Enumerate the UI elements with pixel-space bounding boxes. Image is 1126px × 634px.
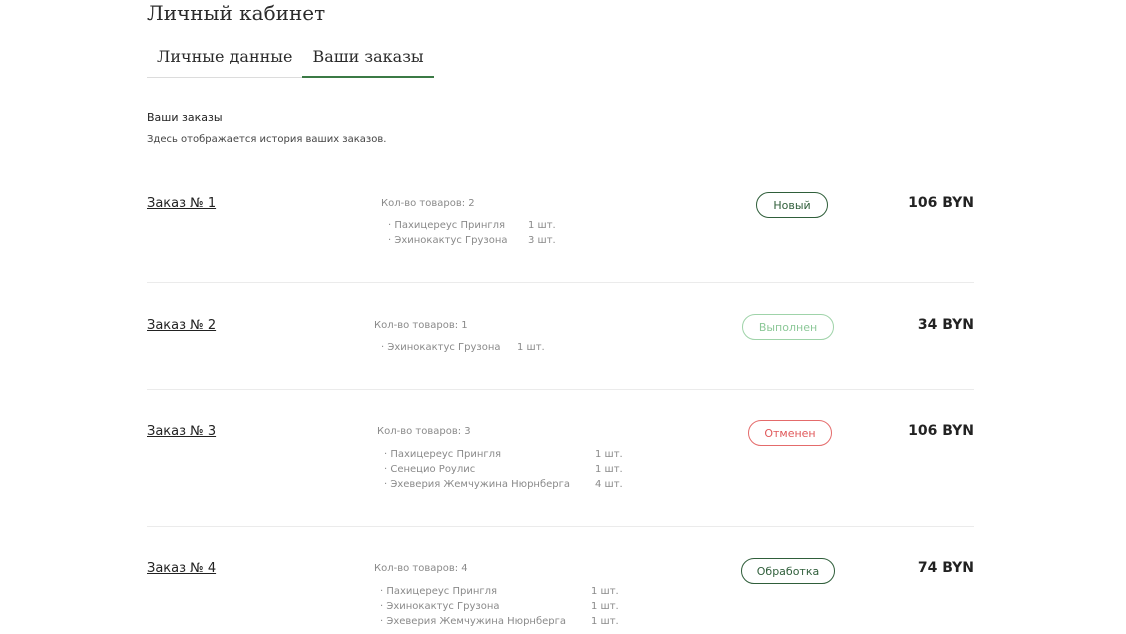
order-item: · Пахицереус Прингля 1 шт. <box>388 220 556 235</box>
order-items-count: Кол-во товаров: 2 <box>381 198 475 209</box>
order-item-name: · Пахицереус Прингля <box>384 449 502 460</box>
order-items-list: · Эхинокактус Грузона 1 шт. <box>381 342 545 357</box>
order-item: · Сенецио Роулис 1 шт. <box>384 464 623 479</box>
order-item-qty: 1 шт. <box>591 586 619 597</box>
order-item-name: · Эхеверия Жемчужина Нюрнберга <box>380 616 567 627</box>
order-items-list: · Пахицереус Прингля 1 шт. · Сенецио Роу… <box>384 449 623 494</box>
order-row: Заказ № 4 Кол-во товаров: 4 · Пахицереус… <box>147 555 974 634</box>
order-item-qty: 1 шт. <box>591 601 619 612</box>
account-tabs: Личные данные Ваши заказы <box>147 44 434 78</box>
order-item-name: · Пахицереус Прингля <box>388 220 506 231</box>
order-item: · Пахицереус Прингля 1 шт. <box>384 449 623 464</box>
order-item-name: · Эхинокактус Грузона <box>388 235 508 246</box>
order-items-count: Кол-во товаров: 3 <box>377 426 471 437</box>
order-status-badge: Отменен <box>748 420 832 446</box>
order-item-qty: 1 шт. <box>528 220 556 231</box>
order-status-badge: Новый <box>756 192 828 218</box>
tab-personal-data[interactable]: Личные данные <box>147 44 302 78</box>
order-items-count: Кол-во товаров: 1 <box>374 320 468 331</box>
order-item-name: · Эхинокактус Грузона <box>381 342 501 353</box>
order-total: 106 BYN <box>908 423 974 439</box>
order-item: · Эхинокактус Грузона 1 шт. <box>380 601 619 616</box>
order-item-name: · Эхинокактус Грузона <box>380 601 500 612</box>
order-items-count: Кол-во товаров: 4 <box>374 563 468 574</box>
order-number-link[interactable]: Заказ № 4 <box>147 561 216 576</box>
order-row: Заказ № 1 Кол-во товаров: 2 · Пахицереус… <box>147 190 974 283</box>
order-item-name: · Пахицереус Прингля <box>380 586 498 597</box>
order-item-qty: 1 шт. <box>595 464 623 475</box>
order-number-link[interactable]: Заказ № 3 <box>147 424 216 439</box>
order-item: · Пахицереус Прингля 1 шт. <box>380 586 619 601</box>
order-item-name: · Сенецио Роулис <box>384 464 476 475</box>
order-total: 34 BYN <box>917 317 974 333</box>
order-total: 106 BYN <box>908 195 974 211</box>
order-items-list: · Пахицереус Прингля 1 шт. · Эхинокактус… <box>380 586 619 631</box>
order-item: · Эхеверия Жемчужина Нюрнберга 4 шт. <box>384 479 623 494</box>
order-status-badge: Обработка <box>741 558 835 584</box>
order-status-badge: Выполнен <box>742 314 834 340</box>
order-item-name: · Эхеверия Жемчужина Нюрнберга <box>384 479 571 490</box>
order-item-qty: 1 шт. <box>517 342 545 353</box>
order-row: Заказ № 3 Кол-во товаров: 3 · Пахицереус… <box>147 418 974 527</box>
order-item: · Эхеверия Жемчужина Нюрнберга 1 шт. <box>380 616 619 631</box>
order-number-link[interactable]: Заказ № 2 <box>147 318 216 333</box>
order-item-qty: 1 шт. <box>591 616 619 627</box>
order-item-qty: 3 шт. <box>528 235 556 246</box>
orders-section-description: Здесь отображается история ваших заказов… <box>147 134 387 145</box>
orders-section-title: Ваши заказы <box>147 111 223 124</box>
page-title: Личный кабинет <box>147 1 326 25</box>
order-item: · Эхинокактус Грузона 3 шт. <box>388 235 556 250</box>
tab-your-orders[interactable]: Ваши заказы <box>302 44 434 78</box>
order-item-qty: 4 шт. <box>595 479 623 490</box>
order-items-list: · Пахицереус Прингля 1 шт. · Эхинокактус… <box>388 220 556 250</box>
order-total: 74 BYN <box>917 560 974 576</box>
order-row: Заказ № 2 Кол-во товаров: 1 · Эхинокакту… <box>147 312 974 390</box>
order-item: · Эхинокактус Грузона 1 шт. <box>381 342 545 357</box>
order-number-link[interactable]: Заказ № 1 <box>147 196 216 211</box>
order-item-qty: 1 шт. <box>595 449 623 460</box>
